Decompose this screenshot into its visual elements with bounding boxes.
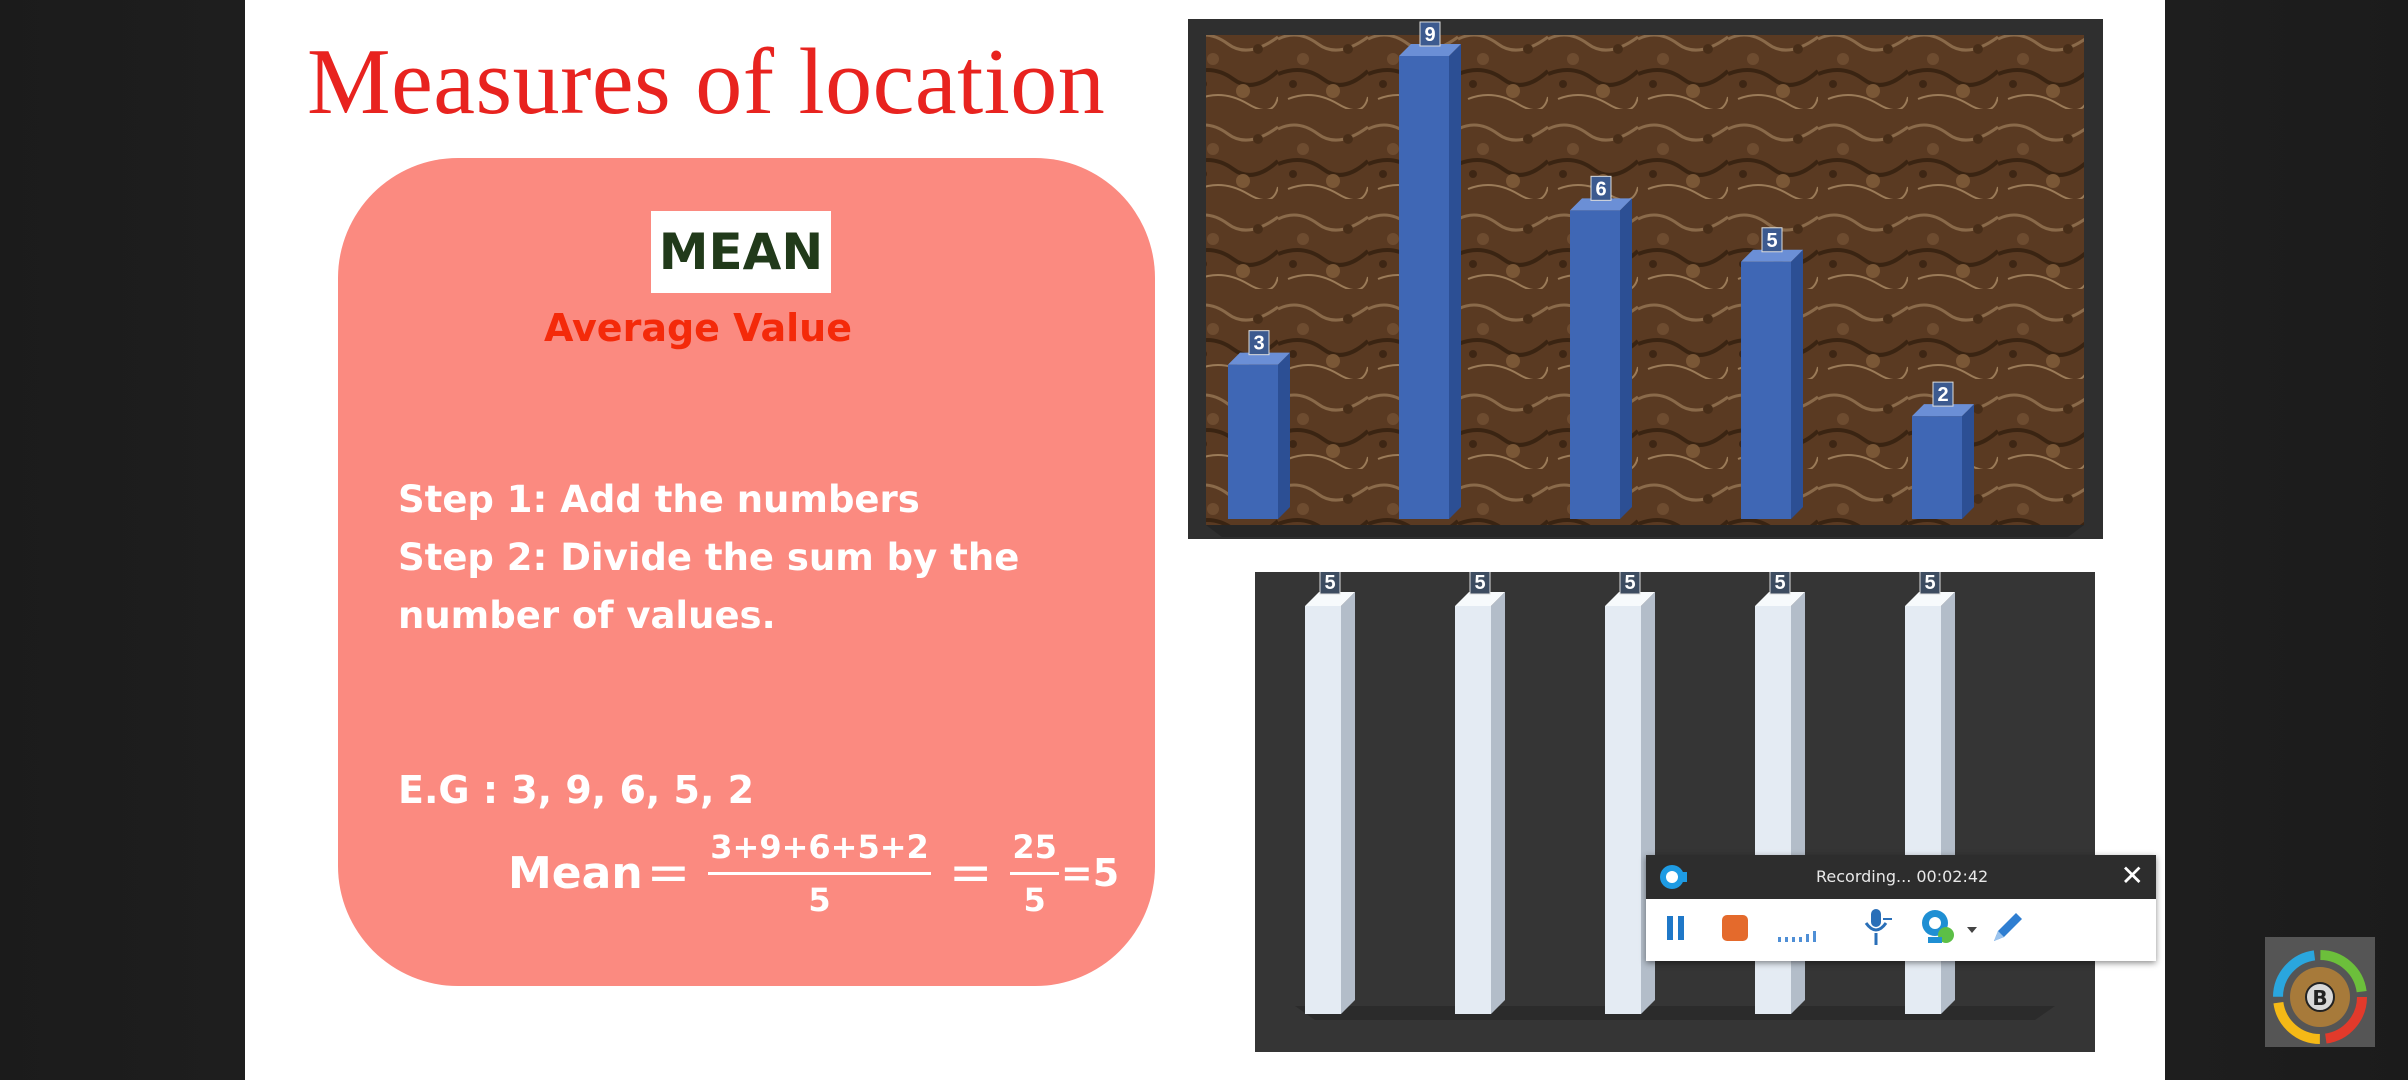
step-1-text: Step 1: Add the numbers (398, 478, 920, 521)
bar-side (1962, 404, 1974, 519)
sum-numerator: 3+9+6+5+2 (708, 828, 931, 875)
data-label: 5 (1624, 572, 1635, 594)
recording-status: Recording... 00:02:42 (1816, 867, 1989, 886)
chart-floor (1206, 525, 2084, 537)
channel-logo-letter: B (2312, 986, 2328, 1010)
example-values: E.G : 3, 9, 6, 5, 2 (398, 768, 755, 812)
bar (1305, 606, 1341, 1014)
data-label: 9 (1424, 24, 1435, 46)
bar-side (1491, 592, 1505, 1014)
average-value-subheading: Average Value (543, 306, 852, 350)
equals-sign: = (948, 843, 993, 903)
pause-icon[interactable] (1664, 913, 1688, 947)
step-2-continuation-text: number of values. (398, 594, 776, 637)
values-bar-chart: 3 9 6 5 2 (1188, 19, 2103, 539)
mean-chart-svg: 5 5 5 5 5 (1295, 572, 2055, 1020)
values-chart-svg: 3 9 6 5 2 (1206, 21, 2084, 537)
bar (1741, 261, 1791, 519)
bar-side (1278, 352, 1290, 519)
sum-fraction: 3+9+6+5+2 5 (708, 828, 931, 919)
formula-label: Mean (508, 847, 643, 899)
mean-bar-chart: 5 5 5 5 5 (1255, 572, 2095, 1052)
formula-result: =5 (1060, 851, 1120, 895)
bar (1399, 56, 1449, 519)
recording-controls (1646, 899, 2156, 961)
result-numerator: 25 (1010, 828, 1059, 875)
result-fraction: 25 5 (1010, 828, 1059, 919)
data-label: 5 (1324, 572, 1335, 594)
pen-icon[interactable] (1986, 907, 2026, 951)
data-label: 6 (1595, 178, 1606, 200)
data-label: 5 (1924, 572, 1935, 594)
bar (1570, 210, 1620, 520)
step-2-text: Step 2: Divide the sum by the (398, 536, 1020, 579)
data-label: 2 (1937, 384, 1948, 406)
mean-heading: MEAN (651, 211, 831, 293)
bar-side (1341, 592, 1355, 1014)
recorder-logo-icon (1656, 862, 1690, 896)
bar (1912, 416, 1962, 519)
microphone-icon[interactable] (1860, 907, 1896, 951)
bar-side (1791, 249, 1803, 519)
equals-sign: = (646, 843, 691, 903)
recording-toolbar: Recording... 00:02:42 ✕ (1646, 855, 2156, 961)
result-denominator: 5 (1023, 880, 1046, 919)
bar (1228, 364, 1278, 519)
bar-side (1620, 198, 1632, 520)
audio-level-icon (1776, 925, 1820, 949)
sum-denominator: 5 (808, 880, 831, 919)
bar-side (1449, 44, 1461, 519)
mean-formula: Mean = 3+9+6+5+2 5 = 25 5 =5 (508, 818, 1119, 928)
data-label: 5 (1774, 572, 1785, 594)
dropdown-arrow-icon[interactable] (1966, 921, 1978, 940)
data-label: 5 (1766, 230, 1777, 252)
data-label: 3 (1253, 333, 1264, 355)
mean-info-card: MEAN Average Value Step 1: Add the numbe… (338, 158, 1155, 986)
presentation-slide: Measures of location MEAN Average Value … (245, 0, 2165, 1080)
close-icon[interactable]: ✕ (2121, 861, 2144, 891)
data-label: 5 (1474, 572, 1485, 594)
slide-title: Measures of location (307, 30, 1106, 134)
bar (1605, 606, 1641, 1014)
webcam-icon[interactable] (1918, 907, 1958, 951)
stop-icon[interactable] (1720, 913, 1750, 947)
recording-titlebar: Recording... 00:02:42 ✕ (1646, 855, 2156, 899)
channel-logo: B (2265, 937, 2375, 1047)
bar (1455, 606, 1491, 1014)
